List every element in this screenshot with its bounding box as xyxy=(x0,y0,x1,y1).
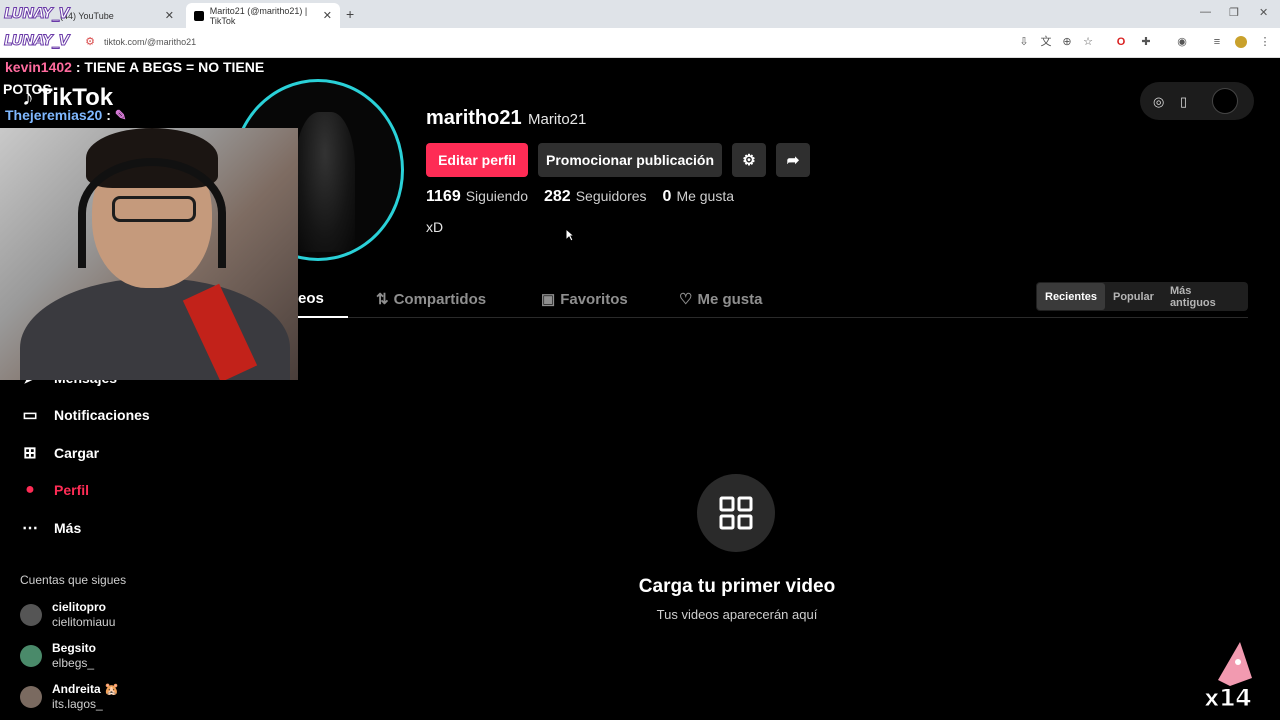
avatar xyxy=(20,645,42,667)
sort-recent-button[interactable]: Recientes xyxy=(1037,283,1105,310)
chat-text: : xyxy=(106,107,111,123)
browser-tab-bar: (44) YouTube ✕ Marito21 (@maritho21) | T… xyxy=(0,0,1280,28)
more-icon: ⋯ xyxy=(22,520,38,537)
upload-icon: ⊞ xyxy=(23,445,37,462)
stat-value: 0 xyxy=(662,188,672,205)
inbox-icon: ▭ xyxy=(22,407,38,424)
chat-message: Thejeremias20 : ✎ xyxy=(5,107,126,124)
sidebar-item-upload[interactable]: ⊞ Cargar xyxy=(20,443,99,463)
empty-state-title: Carga tu primer video xyxy=(638,576,836,597)
url-field[interactable]: tiktok.com/@maritho21 xyxy=(104,37,196,47)
profile-nickname: Marito21 xyxy=(528,111,587,128)
bookmark-star-icon[interactable]: ☆ xyxy=(1082,36,1094,48)
stat-label: Me gusta xyxy=(676,188,735,204)
following-user[interactable]: Andreita 🐹 its.lagos_ xyxy=(20,682,119,712)
opera-icon[interactable]: O xyxy=(1115,36,1127,48)
new-tab-icon[interactable]: + xyxy=(346,6,354,22)
profile-username: maritho21 xyxy=(426,107,522,129)
chat-message: kevin1402 : TIENE A BEGS = NO TIENE xyxy=(5,59,264,75)
profile-stats: 1169 Siguiendo 282 Seguidores 0 Me gusta xyxy=(426,188,734,206)
close-icon[interactable]: ✕ xyxy=(165,9,174,22)
avatar-icon: ● xyxy=(25,481,35,498)
user-name: Begsito xyxy=(52,641,97,655)
repost-icon: ⇅ xyxy=(376,291,389,308)
stat-value: 282 xyxy=(544,188,571,205)
user-handle: its.lagos_ xyxy=(52,697,103,711)
sidebar-item-label: Notificaciones xyxy=(54,407,150,423)
tab-label: Me gusta xyxy=(697,290,763,308)
heart-icon: ♡ xyxy=(679,291,693,308)
stat-followers[interactable]: 282 Seguidores xyxy=(544,188,647,206)
stat-label: Seguidores xyxy=(575,188,647,204)
sticker-text: x14 xyxy=(1203,684,1252,713)
grid-icon xyxy=(697,474,775,552)
extensions-icon[interactable]: ✚ xyxy=(1140,36,1152,48)
phone-icon[interactable]: ▯ xyxy=(1180,94,1187,110)
sort-control: Recientes Popular Más antiguos xyxy=(1036,282,1248,311)
tab-label: Compartidos xyxy=(393,290,487,308)
sidebar-item-label: Perfil xyxy=(54,482,90,498)
user-handle: elbegs_ xyxy=(52,656,95,670)
translate-icon[interactable]: 文 xyxy=(1040,36,1052,48)
media-icon[interactable]: ≡ xyxy=(1211,36,1223,48)
edit-profile-button[interactable]: Editar perfil xyxy=(426,143,528,177)
restore-icon[interactable]: ❐ xyxy=(1229,6,1239,19)
sort-popular-button[interactable]: Popular xyxy=(1105,283,1162,310)
window-close-icon[interactable]: ✕ xyxy=(1259,6,1268,19)
chat-user: Thejeremias20 xyxy=(5,107,103,123)
top-right-controls: ◎ ▯ xyxy=(1140,82,1254,120)
webcam-glasses xyxy=(112,196,196,222)
promote-post-button[interactable]: Promocionar publicación xyxy=(538,143,722,177)
bookmark-icon: ▣ xyxy=(541,291,556,308)
account-avatar[interactable] xyxy=(1212,88,1238,114)
compass-icon[interactable]: ◎ xyxy=(1153,94,1164,110)
stat-value: 1169 xyxy=(426,188,461,205)
chat-text: : TIENE A BEGS = NO TIENE xyxy=(75,59,265,75)
site-info-icon[interactable]: ⚙ xyxy=(84,36,96,48)
sidebar-item-label: Cargar xyxy=(54,445,100,461)
menu-kebab-icon[interactable]: ⋮ xyxy=(1259,36,1271,48)
zoom-icon[interactable]: ⊕ xyxy=(1061,36,1073,48)
profile-avatar-icon[interactable] xyxy=(1235,36,1247,48)
overlay-logo-top: LUNAY_V xyxy=(4,6,70,23)
tiktok-favicon-icon xyxy=(194,10,204,21)
close-icon[interactable]: ✕ xyxy=(323,9,332,22)
stat-likes: 0 Me gusta xyxy=(663,188,735,206)
tab-title: Marito21 (@maritho21) | TikTok xyxy=(209,5,308,26)
extension-icon[interactable]: ◉ xyxy=(1176,36,1188,48)
tab-favorites[interactable]: ▣ Favoritos xyxy=(541,290,628,309)
browser-tab-tiktok[interactable]: Marito21 (@maritho21) | TikTok ✕ xyxy=(186,3,340,28)
sidebar-item-profile[interactable]: ● Perfil xyxy=(20,481,89,499)
tab-shared[interactable]: ⇅ Compartidos xyxy=(376,290,487,309)
sidebar-item-label: Más xyxy=(54,520,82,536)
webcam-overlay xyxy=(0,128,298,380)
sidebar-item-more[interactable]: ⋯ Más xyxy=(20,518,81,538)
tab-label: eos xyxy=(298,290,324,307)
chat-user: kevin1402 xyxy=(5,59,72,75)
stat-label: Siguiendo xyxy=(465,188,528,204)
tab-liked[interactable]: ♡ Me gusta xyxy=(679,290,763,309)
patrick-sticker-icon: x14 xyxy=(1200,640,1260,715)
overlay-logo-address: LUNAY_V xyxy=(4,33,70,50)
emote-icon: ✎ xyxy=(114,107,127,123)
sidebar-item-notifications[interactable]: ▭ Notificaciones xyxy=(20,405,150,425)
user-name: Andreita 🐹 xyxy=(52,682,119,696)
avatar-image xyxy=(295,112,355,252)
following-user[interactable]: Begsito elbegs_ xyxy=(20,641,96,671)
install-icon[interactable]: ⇩ xyxy=(1018,36,1030,48)
tab-label: Favoritos xyxy=(560,290,628,308)
tab-videos[interactable]: eos xyxy=(298,290,324,307)
sort-oldest-button[interactable]: Más antiguos xyxy=(1162,283,1248,310)
settings-gear-icon[interactable]: ⚙ xyxy=(732,143,766,177)
active-tab-indicator xyxy=(298,316,348,318)
stat-following[interactable]: 1169 Siguiendo xyxy=(426,188,528,206)
empty-state-subtitle: Tus videos aparecerán aquí xyxy=(656,607,818,622)
profile-bio: xD xyxy=(426,219,444,235)
minimize-icon[interactable]: — xyxy=(1200,6,1211,18)
avatar xyxy=(20,686,42,708)
address-bar: LUNAY_V ⚙ tiktok.com/@maritho21 ⇩ 文 ⊕ ☆ … xyxy=(0,28,1280,58)
share-icon[interactable]: ➦ xyxy=(776,143,810,177)
